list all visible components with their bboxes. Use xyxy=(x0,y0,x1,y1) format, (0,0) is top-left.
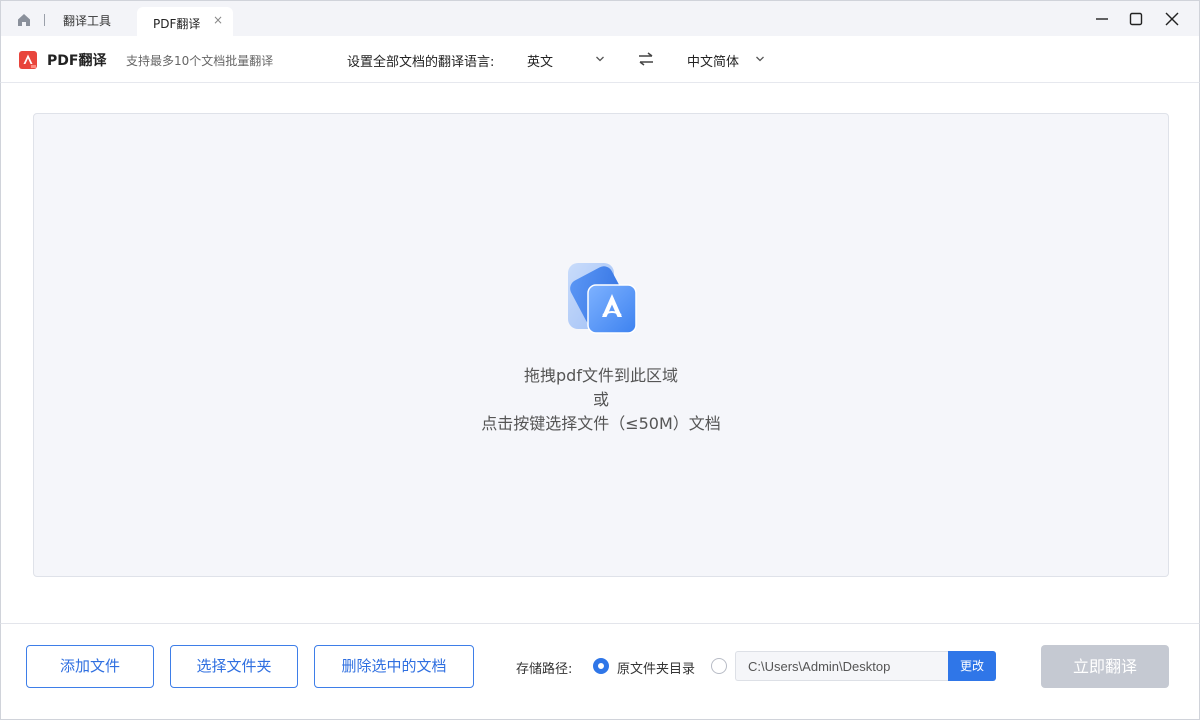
source-language-select[interactable]: 英文 xyxy=(521,44,611,74)
chevron-down-icon xyxy=(596,56,604,62)
target-language-select[interactable]: 中文简体 xyxy=(681,44,771,74)
target-language-value: 中文简体 xyxy=(687,55,740,70)
original-folder-radio[interactable] xyxy=(593,658,609,674)
language-setting-label: 设置全部文档的翻译语言: xyxy=(347,55,495,70)
minimize-icon[interactable] xyxy=(1088,5,1116,33)
home-icon[interactable] xyxy=(16,12,32,28)
chevron-down-icon xyxy=(756,56,764,62)
save-path-field[interactable]: C:\Users\Admin\Desktop xyxy=(735,651,949,681)
tab-translation-tools[interactable]: 翻译工具 xyxy=(63,12,111,29)
tab-label: PDF翻译 xyxy=(153,17,201,31)
app-title: PDF翻译 xyxy=(47,53,107,69)
select-folder-button[interactable]: 选择文件夹 xyxy=(170,645,298,688)
translate-now-button[interactable]: 立即翻译 xyxy=(1041,645,1169,688)
swap-languages-icon[interactable] xyxy=(637,52,655,66)
footer-bar: 添加文件 选择文件夹 删除选中的文档 存储路径: 原文件夹目录 C:\Users… xyxy=(0,623,1200,720)
maximize-icon[interactable] xyxy=(1122,5,1150,33)
original-folder-label[interactable]: 原文件夹目录 xyxy=(617,658,695,677)
file-drop-zone[interactable]: 拖拽pdf文件到此区域 或 点击按键选择文件（≤50M）文档 xyxy=(33,113,1169,577)
drop-hint-line-1: 拖拽pdf文件到此区域 xyxy=(524,366,678,385)
pdf-upload-icon xyxy=(568,263,637,334)
main-content: 拖拽pdf文件到此区域 或 点击按键选择文件（≤50M）文档 xyxy=(0,83,1200,623)
pdf-logo-icon xyxy=(19,51,37,69)
app-subtitle: 支持最多10个文档批量翻译 xyxy=(126,54,274,68)
title-bar: 翻译工具 PDF翻译 × xyxy=(0,0,1200,37)
close-window-icon[interactable] xyxy=(1158,5,1186,33)
custom-path-radio[interactable] xyxy=(711,658,727,674)
close-tab-icon[interactable]: × xyxy=(213,13,223,27)
source-language-value: 英文 xyxy=(527,55,554,70)
add-file-button[interactable]: 添加文件 xyxy=(26,645,154,688)
drop-hint-line-2: 或 xyxy=(592,390,609,409)
change-path-button[interactable]: 更改 xyxy=(948,651,996,681)
save-path-label: 存储路径: xyxy=(516,662,573,677)
tab-pdf-translate[interactable]: PDF翻译 × xyxy=(137,7,233,37)
header-bar: PDF翻译 支持最多10个文档批量翻译 设置全部文档的翻译语言: 英文 中文简体 xyxy=(0,36,1200,83)
drop-hint-line-3: 点击按键选择文件（≤50M）文档 xyxy=(481,414,721,433)
tab-divider xyxy=(44,14,45,26)
delete-selected-button[interactable]: 删除选中的文档 xyxy=(314,645,474,688)
